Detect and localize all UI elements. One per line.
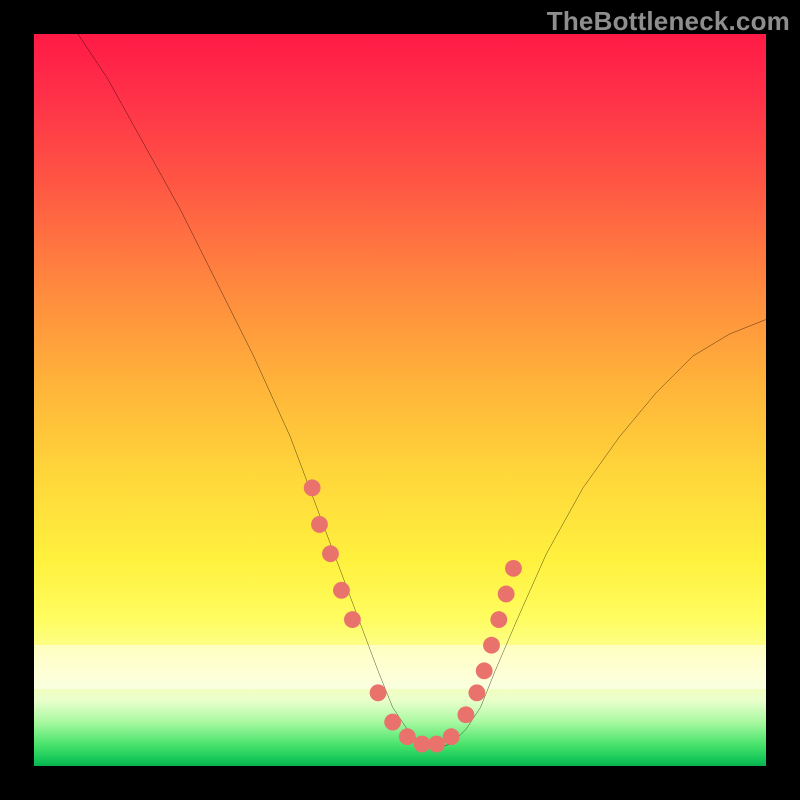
dot <box>483 637 500 654</box>
dot <box>457 706 474 723</box>
chart-svg <box>34 34 766 766</box>
chart-frame: TheBottleneck.com <box>0 0 800 800</box>
dot <box>468 684 485 701</box>
dot <box>333 582 350 599</box>
dot <box>304 479 321 496</box>
dot <box>322 545 339 562</box>
dot <box>476 662 493 679</box>
dot <box>399 728 416 745</box>
dot <box>443 728 460 745</box>
v-curve-path <box>78 34 766 748</box>
dot <box>414 736 431 753</box>
plot-area <box>34 34 766 766</box>
dot <box>490 611 507 628</box>
dot <box>384 714 401 731</box>
dot <box>311 516 328 533</box>
watermark-text: TheBottleneck.com <box>547 6 790 37</box>
dot <box>370 684 387 701</box>
dot <box>498 586 515 603</box>
dot <box>428 736 445 753</box>
dot <box>505 560 522 577</box>
dot-cluster-group <box>304 479 522 752</box>
dot <box>344 611 361 628</box>
